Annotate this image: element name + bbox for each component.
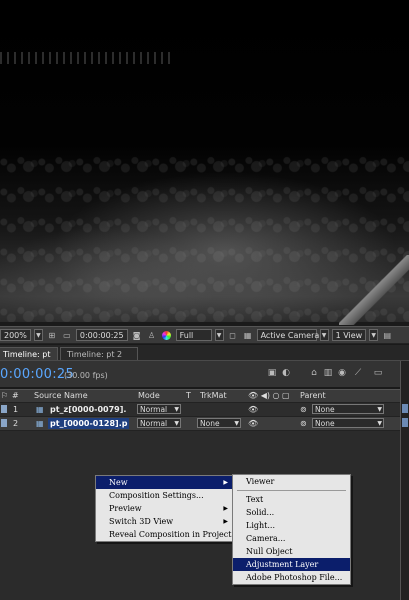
menu-item-solid[interactable]: Solid... bbox=[233, 506, 350, 519]
blend-mode-value: Normal bbox=[140, 405, 168, 414]
resolution-dropdown[interactable]: Full bbox=[175, 329, 212, 341]
chevron-down-icon[interactable]: ▼ bbox=[369, 329, 379, 341]
layer-duration-marker[interactable] bbox=[402, 418, 408, 427]
av-features-icons: 👁 ◀) ○ ▢ bbox=[248, 391, 290, 400]
current-time-indicator[interactable]: 0:00:00:25 bbox=[0, 367, 74, 382]
timeline-time-bar: 0:00:00:25 (30.00 fps) ▣ ◐ ⌂ ▥ ◉ ⟋ ▭ bbox=[0, 361, 400, 387]
new-submenu: Viewer Text Solid... Light... Camera... … bbox=[232, 474, 351, 585]
layer-number: 1 bbox=[13, 405, 19, 414]
eye-icon[interactable]: 👁 bbox=[248, 404, 258, 415]
layer-name[interactable]: pt_[0000-0128].p bbox=[48, 418, 130, 429]
motion-blur-icon[interactable]: ◉ bbox=[336, 368, 348, 379]
chevron-down-icon: ▼ bbox=[174, 406, 179, 413]
label-column-icon: ⚐ bbox=[1, 391, 9, 400]
parent-pick-whip-icon[interactable]: ⊚ bbox=[300, 418, 307, 429]
layer-duration-marker[interactable] bbox=[402, 404, 408, 413]
label-color-swatch[interactable] bbox=[1, 405, 7, 413]
menu-item-reveal-composition[interactable]: Reveal Composition in Project bbox=[96, 528, 233, 541]
submenu-arrow-icon: ▶ bbox=[223, 518, 228, 525]
tab-timeline-pt-2[interactable]: Timeline: pt 2 bbox=[60, 347, 138, 360]
view-layout-dropdown[interactable]: 1 View bbox=[331, 329, 367, 341]
blend-mode-dropdown[interactable]: Normal ▼ bbox=[137, 418, 181, 428]
timeline-context-menu: New ▶ Composition Settings... Preview ▶ … bbox=[95, 475, 234, 542]
tab-timeline-pt[interactable]: Timeline: pt × bbox=[0, 347, 58, 372]
mask-visibility-icon[interactable]: ▭ bbox=[61, 329, 73, 341]
draft-3d-icon[interactable]: ◐ bbox=[280, 368, 292, 379]
camera-view-dropdown[interactable]: Active Camera bbox=[256, 329, 319, 341]
chevron-down-icon: ▼ bbox=[174, 420, 179, 427]
current-time-display[interactable]: 0:00:00:25 bbox=[75, 329, 128, 341]
t-column: T bbox=[186, 391, 191, 400]
menu-item-preview[interactable]: Preview ▶ bbox=[96, 502, 233, 515]
viewer-toolbar: 200% ▼ ⊞ ▭ 0:00:00:25 ◙ ♙ Full ▼ ◻ ▦ Act… bbox=[0, 326, 409, 344]
track-matte-dropdown[interactable]: None ▼ bbox=[197, 418, 241, 428]
live-update-icon[interactable]: ▣ bbox=[266, 368, 278, 379]
region-of-interest-icon[interactable]: ◻ bbox=[227, 329, 239, 341]
chevron-down-icon: ▼ bbox=[377, 406, 382, 413]
parent-dropdown[interactable]: None ▼ bbox=[312, 418, 384, 428]
footage-icon: ▦ bbox=[36, 405, 44, 414]
hide-shy-layers-icon[interactable]: ⌂ bbox=[308, 368, 320, 379]
graph-editor-icon[interactable]: ⟋ bbox=[352, 368, 364, 379]
chevron-down-icon: ▼ bbox=[377, 420, 382, 427]
frame-rate-label: (30.00 fps) bbox=[64, 371, 108, 380]
viewer-text-artifact bbox=[0, 52, 170, 64]
layer-row[interactable]: 2 ▦ pt_[0000-0128].p Normal ▼ None ▼ 👁 ⊚… bbox=[0, 417, 400, 431]
menu-separator bbox=[237, 490, 346, 491]
timeline-graph-gutter[interactable] bbox=[400, 361, 409, 600]
brainstorm-icon[interactable]: ▭ bbox=[372, 368, 384, 379]
blend-mode-dropdown[interactable]: Normal ▼ bbox=[137, 404, 181, 414]
snapshot-icon[interactable]: ◙ bbox=[131, 329, 143, 341]
show-snapshot-icon[interactable]: ♙ bbox=[146, 329, 158, 341]
submenu-arrow-icon: ▶ bbox=[223, 479, 228, 486]
chevron-down-icon[interactable]: ▼ bbox=[319, 329, 329, 341]
menu-item-adjustment-layer[interactable]: Adjustment Layer bbox=[233, 558, 350, 571]
chevron-down-icon[interactable]: ▼ bbox=[214, 329, 224, 341]
menu-item-null-object[interactable]: Null Object bbox=[233, 545, 350, 558]
eye-icon[interactable]: 👁 bbox=[248, 418, 258, 429]
footage-icon: ▦ bbox=[36, 419, 44, 428]
menu-item-light[interactable]: Light... bbox=[233, 519, 350, 532]
layer-number: 2 bbox=[13, 419, 19, 428]
magnification-dropdown[interactable]: 200% bbox=[0, 329, 31, 341]
trkmat-column: TrkMat bbox=[200, 391, 227, 400]
menu-item-new[interactable]: New ▶ bbox=[96, 476, 233, 489]
track-matte-value: None bbox=[200, 419, 220, 428]
parent-value: None bbox=[315, 405, 335, 414]
grid-guides-icon[interactable]: ⊞ bbox=[46, 329, 58, 341]
chevron-down-icon[interactable]: ▼ bbox=[33, 329, 43, 341]
source-name-column[interactable]: Source Name bbox=[34, 391, 88, 401]
frame-blending-icon[interactable]: ▥ bbox=[322, 368, 334, 379]
viewer-light-streak bbox=[339, 255, 409, 325]
blend-mode-value: Normal bbox=[140, 419, 168, 428]
color-channels-icon[interactable] bbox=[161, 329, 173, 341]
number-column: # bbox=[12, 391, 19, 400]
menu-item-viewer[interactable]: Viewer bbox=[233, 475, 350, 488]
menu-item-switch-3d-view[interactable]: Switch 3D View ▶ bbox=[96, 515, 233, 528]
parent-value: None bbox=[315, 419, 335, 428]
label-color-swatch[interactable] bbox=[1, 419, 7, 427]
menu-item-composition-settings[interactable]: Composition Settings... bbox=[96, 489, 233, 502]
submenu-arrow-icon: ▶ bbox=[223, 505, 228, 512]
layer-name[interactable]: pt_z[0000-0079]. bbox=[50, 404, 126, 415]
parent-pick-whip-icon[interactable]: ⊚ bbox=[300, 404, 307, 415]
mode-column: Mode bbox=[138, 391, 160, 400]
parent-dropdown[interactable]: None ▼ bbox=[312, 404, 384, 414]
menu-item-camera[interactable]: Camera... bbox=[233, 532, 350, 545]
tab-label: Timeline: pt 2 bbox=[67, 350, 123, 359]
tab-label: Timeline: pt bbox=[3, 350, 51, 359]
toggle-pixel-aspect-icon[interactable]: ▤ bbox=[381, 329, 393, 341]
parent-column: Parent bbox=[300, 391, 326, 400]
composition-viewer[interactable] bbox=[0, 0, 409, 325]
layer-row[interactable]: 1 ▦ pt_z[0000-0079]. Normal ▼ 👁 ⊚ None ▼ bbox=[0, 403, 400, 417]
transparency-grid-icon[interactable]: ▦ bbox=[242, 329, 254, 341]
menu-item-adobe-photoshop-file[interactable]: Adobe Photoshop File... bbox=[233, 571, 350, 584]
timeline-tab-bar: Timeline: pt × Timeline: pt 2 bbox=[0, 345, 409, 372]
layer-column-header: ⚐ # Source Name Mode T TrkMat 👁 ◀) ○ ▢ P… bbox=[0, 389, 400, 403]
chevron-down-icon: ▼ bbox=[234, 420, 239, 427]
menu-item-text[interactable]: Text bbox=[233, 493, 350, 506]
